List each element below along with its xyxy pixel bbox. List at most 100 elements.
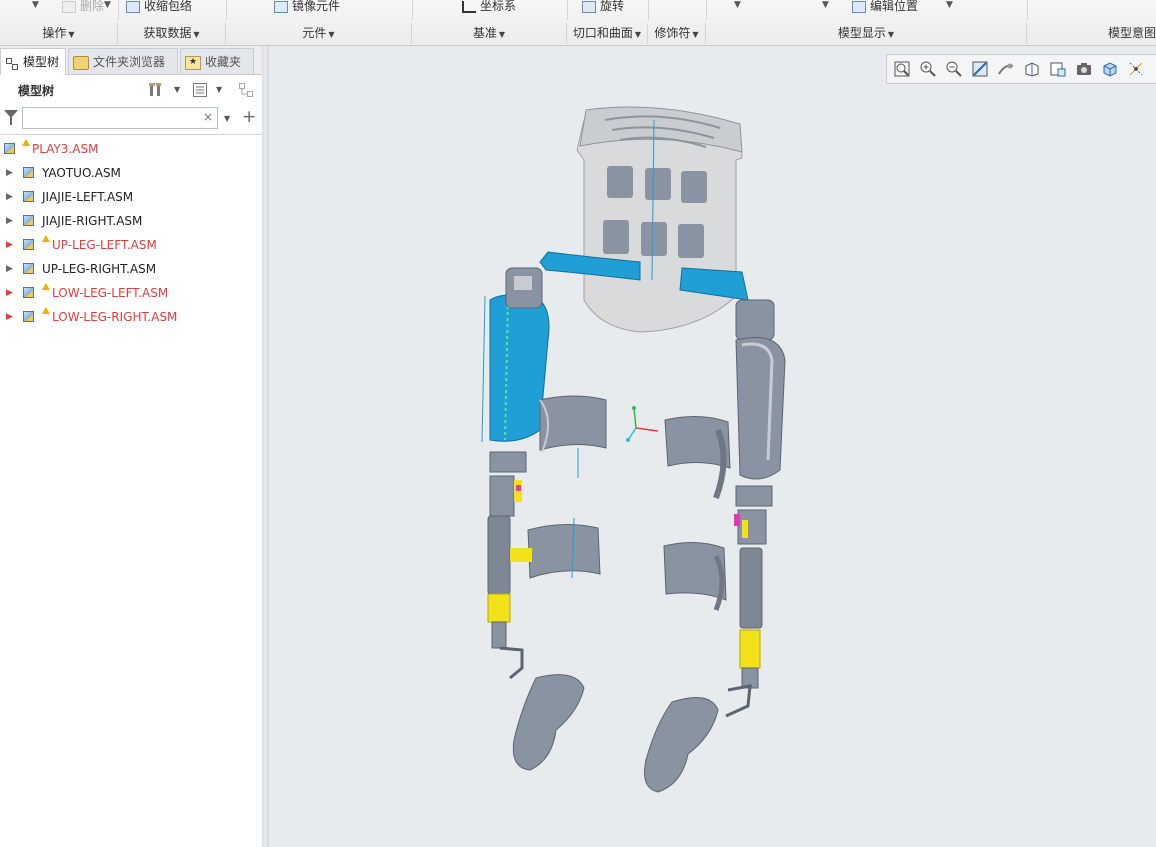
tree-item-low-leg-left-asm[interactable]: ▶ LOW-LEG-LEFT.ASM xyxy=(0,282,262,304)
hip-joint-left-part[interactable] xyxy=(505,267,543,309)
zoom-out-icon[interactable] xyxy=(945,60,963,78)
mirror-component-button[interactable]: 镜像元件 xyxy=(274,0,340,14)
thigh-cuff-right-part[interactable] xyxy=(664,415,731,500)
ribbon-separator xyxy=(412,0,413,20)
delete-dropdown-arrow[interactable]: ▼ xyxy=(104,0,111,10)
warning-icon xyxy=(22,139,30,146)
group-get-data[interactable]: 获取数据 ▼ xyxy=(118,23,226,44)
search-input[interactable] xyxy=(22,107,218,129)
expand-arrow-icon[interactable]: ▶ xyxy=(6,234,13,256)
datum-display-icon[interactable] xyxy=(1127,60,1145,78)
assembly-icon xyxy=(23,167,34,178)
tree-item-jiajie-left-asm[interactable]: ▶ JIAJIE-LEFT.ASM xyxy=(0,186,262,208)
saved-orientations-icon[interactable] xyxy=(1049,60,1067,78)
shank-cuff-left-part[interactable] xyxy=(527,523,601,579)
tree-item-label: LOW-LEG-RIGHT.ASM xyxy=(52,310,178,324)
expand-arrow-icon[interactable]: ▶ xyxy=(6,282,13,304)
backrest-part[interactable] xyxy=(576,106,743,333)
group-component[interactable]: 元件 ▼ xyxy=(226,23,412,44)
close-icon[interactable]: × xyxy=(203,111,213,123)
assembly-icon xyxy=(23,191,34,202)
tree-item-up-leg-left-asm[interactable]: ▶ UP-LEG-LEFT.ASM xyxy=(0,234,262,256)
tree-item-label: UP-LEG-LEFT.ASM xyxy=(52,238,157,252)
leg-strut-left-part[interactable] xyxy=(487,451,532,680)
tree-item-label: JIAJIE-LEFT.ASM xyxy=(42,190,134,204)
expand-arrow-icon[interactable]: ▶ xyxy=(6,162,13,184)
tree-item-label: UP-LEG-RIGHT.ASM xyxy=(42,262,157,276)
foot-plate-right-part[interactable] xyxy=(644,697,719,793)
foot-plate-left-part[interactable] xyxy=(512,674,585,771)
tree-item-label: JIAJIE-RIGHT.ASM xyxy=(42,214,143,228)
shrinkwrap-button[interactable]: 收缩包络 xyxy=(126,0,192,14)
repaint-icon[interactable] xyxy=(971,60,989,78)
shank-cuff-right-part[interactable] xyxy=(663,542,727,611)
zoom-in-icon[interactable] xyxy=(919,60,937,78)
shrinkwrap-icon xyxy=(126,0,140,13)
ribbon-dropdown-arrow[interactable]: ▼ xyxy=(946,0,953,10)
tree-item-up-leg-right-asm[interactable]: ▶ UP-LEG-RIGHT.ASM xyxy=(0,258,262,280)
tree-item-yaotuo-asm[interactable]: ▶ YAOTUO.ASM xyxy=(0,162,262,184)
navigator-panel: 模型树 文件夹浏览器 ★ 收藏夹 模型树 ▼ ▼ × ▼ + PLAY3.ASM… xyxy=(0,46,262,847)
filter-dropdown-arrow[interactable]: ▼ xyxy=(224,114,230,123)
expand-arrow-icon[interactable]: ▶ xyxy=(6,258,13,280)
view-toolbar xyxy=(886,54,1156,84)
ribbon-dropdown-arrow[interactable]: ▼ xyxy=(734,0,741,10)
view-manager-icon[interactable] xyxy=(1075,60,1093,78)
tab-folder-browser[interactable]: 文件夹浏览器 xyxy=(68,48,178,74)
coordinate-system-icon xyxy=(462,0,476,13)
group-model-display[interactable]: 模型显示 ▼ xyxy=(706,23,1027,44)
expand-arrow-icon[interactable]: ▶ xyxy=(6,186,13,208)
tree-header: 模型树 ▼ ▼ xyxy=(0,76,262,102)
tab-model-tree[interactable]: 模型树 xyxy=(0,48,66,75)
assembly-model[interactable] xyxy=(269,46,1156,847)
ribbon-dropdown-arrow[interactable]: ▼ xyxy=(32,0,39,10)
edit-position-button[interactable]: 编辑位置 xyxy=(852,0,918,14)
coordinate-system-button[interactable]: 坐标系 xyxy=(462,0,516,14)
hip-joint-right-part[interactable] xyxy=(735,299,786,480)
graphics-viewport[interactable] xyxy=(269,46,1156,847)
divider xyxy=(0,134,262,135)
mirror-icon xyxy=(274,0,288,13)
ribbon-dropdown-arrow[interactable]: ▼ xyxy=(822,0,829,10)
ribbon: ▼ 删除 ▼ 收缩包络 镜像元件 坐标系 旋转 ▼ ▼ 编辑位置 ▼ 操作 ▼ 获… xyxy=(0,0,1156,46)
expand-arrow-icon[interactable]: ▶ xyxy=(6,210,13,232)
display-style-icon[interactable] xyxy=(1101,60,1119,78)
expand-arrow-icon[interactable]: ▶ xyxy=(6,306,13,328)
edit-position-icon xyxy=(852,0,866,13)
tree-item-jiajie-right-asm[interactable]: ▶ JIAJIE-RIGHT.ASM xyxy=(0,210,262,232)
ribbon-separator xyxy=(226,0,227,20)
show-options-icon[interactable] xyxy=(192,82,208,98)
add-icon[interactable]: + xyxy=(242,107,256,127)
tree-item-label: YAOTUO.ASM xyxy=(42,166,121,180)
leg-strut-right-part[interactable] xyxy=(725,485,773,718)
tab-favorites[interactable]: ★ 收藏夹 xyxy=(180,48,254,74)
tree-columns-icon[interactable] xyxy=(238,82,254,98)
delete-button[interactable]: 删除 xyxy=(62,0,104,14)
filter-icon[interactable] xyxy=(4,110,18,125)
group-operations[interactable]: 操作 ▼ xyxy=(0,23,118,44)
revolve-button[interactable]: 旋转 xyxy=(582,0,624,14)
folder-icon xyxy=(73,55,89,70)
ribbon-separator xyxy=(118,0,119,20)
group-model-intent[interactable]: 模型意图 xyxy=(1027,23,1156,44)
assembly-icon xyxy=(23,239,34,250)
named-views-icon[interactable] xyxy=(1023,60,1041,78)
group-cut-and-surface[interactable]: 切口和曲面 ▼ xyxy=(567,23,648,44)
group-datum[interactable]: 基准 ▼ xyxy=(412,23,567,44)
favorites-icon: ★ xyxy=(185,55,201,70)
tree-item-low-leg-right-asm[interactable]: ▶ LOW-LEG-RIGHT.ASM xyxy=(0,306,262,328)
settings-dropdown-arrow[interactable]: ▼ xyxy=(174,85,180,94)
filter-row: × ▼ + xyxy=(0,104,262,132)
refit-icon[interactable] xyxy=(893,60,911,78)
show-dropdown-arrow[interactable]: ▼ xyxy=(216,85,222,94)
coordinate-triad xyxy=(626,406,659,442)
tree-item-play3-asm[interactable]: PLAY3.ASM xyxy=(0,138,262,160)
tree-item-label: LOW-LEG-LEFT.ASM xyxy=(52,286,169,300)
ribbon-separator xyxy=(648,0,649,20)
group-modifiers[interactable]: 修饰符 ▼ xyxy=(648,23,706,44)
settings-tools-icon[interactable] xyxy=(148,82,164,98)
warning-icon xyxy=(42,235,50,242)
panel-splitter[interactable] xyxy=(262,46,269,847)
spin-center-icon[interactable] xyxy=(997,60,1015,78)
thigh-cuff-left-part[interactable] xyxy=(539,395,607,453)
